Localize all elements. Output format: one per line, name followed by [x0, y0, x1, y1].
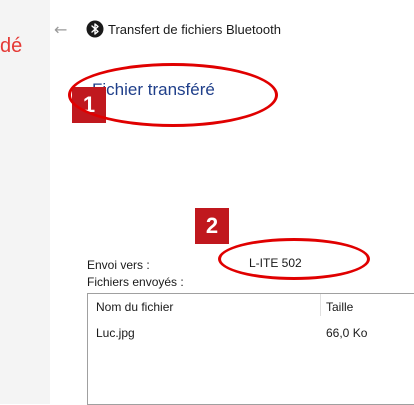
- back-arrow-icon[interactable]: ←: [54, 22, 70, 38]
- table-cell-size[interactable]: 66,0 Ko: [326, 326, 367, 340]
- table-cell-filename[interactable]: Luc.jpg: [96, 326, 135, 340]
- bluetooth-transfer-window: ← Transfert de fichiers Bluetooth Fichie…: [50, 0, 414, 405]
- window-title: Transfert de fichiers Bluetooth: [108, 22, 281, 37]
- sent-files-label: Fichiers envoyés :: [87, 275, 184, 289]
- annotation-badge-2: 2: [195, 208, 229, 244]
- title-bar: ← Transfert de fichiers Bluetooth: [50, 18, 414, 44]
- bluetooth-icon: [86, 20, 104, 38]
- sent-files-table: Nom du fichier Taille Luc.jpg 66,0 Ko: [87, 293, 414, 405]
- column-header-name[interactable]: Nom du fichier: [96, 300, 173, 314]
- column-header-size[interactable]: Taille: [326, 300, 353, 314]
- send-to-device: L-ITE 502: [249, 256, 302, 270]
- send-to-label: Envoi vers :: [87, 258, 150, 272]
- column-divider: [320, 294, 321, 316]
- background-slide-strip: dé: [0, 0, 50, 404]
- background-partial-text: dé: [0, 35, 23, 57]
- highlight-oval-heading: [68, 63, 278, 127]
